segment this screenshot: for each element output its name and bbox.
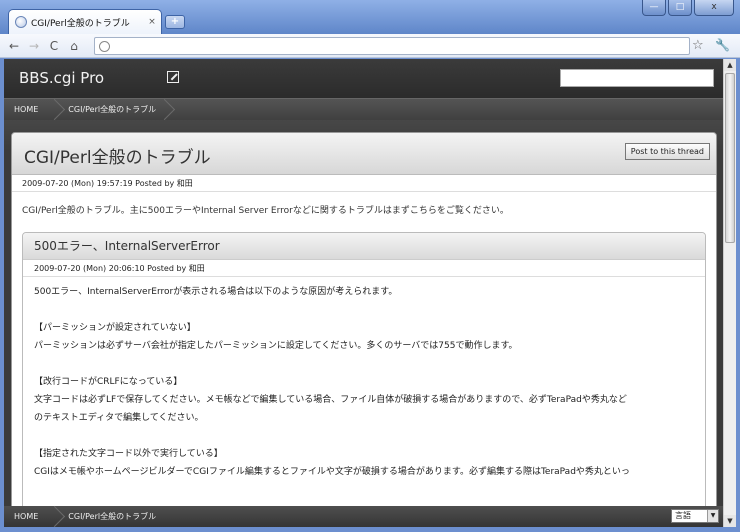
reply-heading: 【改行コードがCRLFになっている】 bbox=[34, 377, 183, 387]
reply-meta: 2009-07-20 (Mon) 20:06:10 Posted by 和田 bbox=[23, 260, 705, 277]
new-tab-button[interactable]: + bbox=[165, 15, 185, 29]
reply-line: 文字コードは必ずLFで保存してください。メモ帳などで編集している場合、ファイル自… bbox=[34, 395, 627, 405]
reply-body: 500エラー、InternalServerErrorが表示される場合は以下のよう… bbox=[23, 277, 705, 487]
globe-icon bbox=[99, 40, 110, 52]
browser-toolbar: ← → C ⌂ ☆ 🔧 bbox=[0, 34, 740, 58]
page-viewport: BBS.cgi Pro HOME CGI/Perl全般のトラブル CGI/Per… bbox=[4, 59, 723, 527]
edit-icon[interactable] bbox=[167, 71, 179, 83]
reply-title: 500エラー、InternalServerError bbox=[23, 233, 705, 260]
thread-title: CGI/Perl全般のトラブル bbox=[24, 148, 211, 168]
home-icon[interactable]: ⌂ bbox=[66, 38, 82, 54]
language-select[interactable]: 言語 ▼ bbox=[671, 509, 719, 523]
scroll-thumb[interactable] bbox=[725, 73, 735, 243]
maximize-button[interactable]: □ bbox=[668, 0, 692, 16]
breadcrumb-category[interactable]: CGI/Perl全般のトラブル bbox=[58, 99, 168, 121]
reply-line: パーミッションは必ずサーバ会社が指定したパーミッションに設定してください。多くの… bbox=[34, 341, 518, 351]
reply-line: のテキストエディタで編集してください。 bbox=[34, 413, 204, 423]
browser-tab[interactable]: CGI/Perl全般のトラブル × bbox=[8, 9, 162, 34]
forward-arrow-icon[interactable]: → bbox=[26, 38, 42, 54]
thread-description: CGI/Perl全般のトラブル。主に500エラーやInternal Server… bbox=[22, 206, 509, 216]
bookmark-star-icon[interactable]: ☆ bbox=[692, 38, 704, 53]
footer-bar: HOME CGI/Perl全般のトラブル 言語 ▼ bbox=[4, 506, 723, 527]
browser-titlebar: CGI/Perl全般のトラブル × + — □ x bbox=[0, 0, 740, 34]
back-arrow-icon[interactable]: ← bbox=[6, 38, 22, 54]
tab-title: CGI/Perl全般のトラブル bbox=[31, 18, 130, 29]
scroll-down-icon[interactable]: ▼ bbox=[724, 515, 736, 527]
language-label: 言語 bbox=[675, 511, 691, 520]
breadcrumb-home[interactable]: HOME bbox=[4, 99, 58, 121]
reply-line: 500エラー、InternalServerErrorが表示される場合は以下のよう… bbox=[34, 287, 398, 297]
wrench-icon[interactable]: 🔧 bbox=[715, 38, 730, 52]
thread-meta: 2009-07-20 (Mon) 19:57:19 Posted by 和田 bbox=[12, 175, 716, 192]
thread-panel: CGI/Perl全般のトラブル Post to this thread 2009… bbox=[11, 132, 717, 527]
window-controls: — □ x bbox=[642, 0, 734, 16]
thread-header: CGI/Perl全般のトラブル Post to this thread bbox=[12, 133, 716, 175]
breadcrumb: HOME CGI/Perl全般のトラブル bbox=[4, 98, 723, 120]
scroll-up-icon[interactable]: ▲ bbox=[724, 59, 736, 71]
reply-line: CGIはメモ帳やホームページビルダーでCGIファイル編集するとファイルや文字が破… bbox=[34, 467, 630, 477]
address-bar[interactable] bbox=[94, 37, 690, 55]
page-favicon-icon bbox=[15, 16, 27, 28]
site-header: BBS.cgi Pro bbox=[4, 59, 723, 98]
page-scrollbar[interactable]: ▲ ▼ bbox=[723, 59, 736, 527]
tab-close-icon[interactable]: × bbox=[145, 17, 159, 27]
reload-icon[interactable]: C bbox=[46, 38, 62, 54]
footer-category[interactable]: CGI/Perl全般のトラブル bbox=[58, 506, 168, 527]
search-input[interactable] bbox=[560, 69, 714, 87]
footer-home[interactable]: HOME bbox=[4, 506, 58, 527]
site-title[interactable]: BBS.cgi Pro bbox=[19, 69, 104, 87]
reply-panel: 500エラー、InternalServerError 2009-07-20 (M… bbox=[22, 232, 706, 527]
post-to-thread-button[interactable]: Post to this thread bbox=[624, 143, 710, 160]
reply-heading: 【パーミッションが設定されていない】 bbox=[34, 323, 196, 333]
chevron-down-icon: ▼ bbox=[707, 510, 718, 522]
close-window-button[interactable]: x bbox=[694, 0, 734, 16]
reply-heading: 【指定された文字コード以外で実行している】 bbox=[34, 449, 223, 459]
minimize-button[interactable]: — bbox=[642, 0, 666, 16]
